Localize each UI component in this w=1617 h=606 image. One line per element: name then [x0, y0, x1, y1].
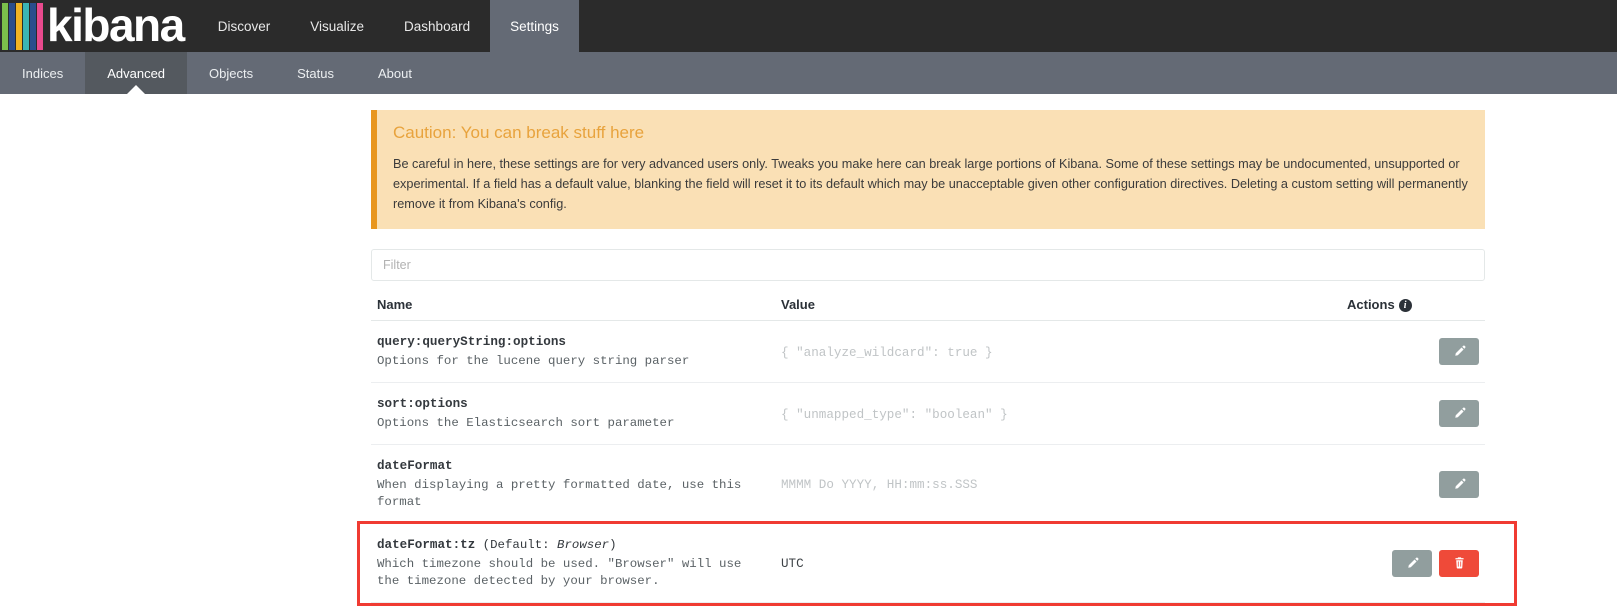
setting-name: query:queryString:options [377, 333, 769, 351]
setting-value-cell: UTC [775, 523, 1341, 603]
pencil-icon [1407, 557, 1418, 568]
edit-setting-button[interactable] [1439, 400, 1479, 427]
sub-nav-tab-label: About [377, 65, 412, 81]
column-header-name[interactable]: Name [371, 287, 775, 321]
setting-description: Which timezone should be used. "Browser"… [377, 557, 742, 588]
info-icon[interactable]: i [1398, 299, 1412, 312]
main-content-area: Caution: You can break stuff here Be car… [0, 94, 1617, 603]
table-row: dateFormat:tz (Default: Browser) Which ti… [371, 523, 1485, 603]
table-row: sort:options Options the Elasticsearch so… [371, 382, 1485, 445]
sub-nav-tab-label: Indices [22, 65, 64, 81]
edit-setting-button[interactable] [1439, 470, 1479, 498]
table-row: query:queryString:options Options for the… [371, 320, 1485, 383]
logo-bar-0 [2, 3, 8, 50]
top-nav-tab-dashboard[interactable]: Dashboard [384, 0, 490, 52]
sub-nav-tab-objects[interactable]: Objects [187, 52, 275, 94]
sub-nav-tab-label: Objects [209, 65, 254, 81]
top-nav-tab-label: Settings [510, 18, 559, 34]
logo-bar-1 [9, 3, 15, 50]
kibana-brand-logo[interactable]: kibana [0, 0, 190, 52]
top-nav-tab-visualize[interactable]: Visualize [290, 0, 384, 52]
setting-value: { "analyze_wildcard": true } [781, 345, 993, 360]
setting-name-cell: sort:options Options the Elasticsearch so… [371, 382, 775, 445]
setting-description: Options the Elasticsearch sort parameter [377, 416, 675, 430]
setting-value: UTC [781, 557, 804, 571]
setting-name-cell: dateFormat:tz (Default: Browser) Which ti… [371, 523, 775, 603]
setting-description: Options for the lucene query string pars… [377, 354, 690, 368]
logo-bar-4 [30, 3, 36, 50]
setting-name: sort:options [377, 395, 769, 413]
edit-setting-button[interactable] [1439, 338, 1479, 365]
top-nav-tab-label: Discover [217, 18, 271, 34]
setting-value: { "unmapped_type": "boolean" } [781, 407, 1008, 422]
sub-nav-tab-status[interactable]: Status [275, 52, 356, 94]
kibana-logo-bars-icon [0, 0, 44, 52]
table-header: Name Value Actions i [371, 287, 1485, 321]
logo-bar-2 [16, 3, 22, 50]
settings-sub-navigation-bar: Indices Advanced Objects Status About [0, 52, 1617, 94]
brand-name-text: kibana [47, 0, 185, 51]
column-header-actions: Actions i [1341, 287, 1485, 321]
top-nav-tab-settings[interactable]: Settings [490, 0, 579, 61]
setting-value-cell: MMMM Do YYYY, HH:mm:ss.SSS [775, 444, 1341, 524]
setting-default-value: Browser [557, 538, 610, 552]
advanced-settings-panel: Caution: You can break stuff here Be car… [371, 110, 1485, 603]
logo-bar-3 [23, 3, 29, 50]
table-row: dateFormat When displaying a pretty forma… [371, 444, 1485, 524]
top-nav-tab-list: Discover Visualize Dashboard Settings [198, 0, 579, 61]
filter-input[interactable] [371, 249, 1485, 281]
top-nav-tab-label: Dashboard [404, 18, 471, 34]
setting-actions-cell [1341, 382, 1485, 445]
setting-value-cell: { "analyze_wildcard": true } [775, 320, 1341, 383]
setting-name-text: query:queryString:options [377, 335, 566, 349]
caution-callout-body: Be careful in here, these settings are f… [393, 157, 1468, 211]
setting-name-cell: query:queryString:options Options for the… [371, 320, 775, 383]
column-header-value[interactable]: Value [775, 287, 1341, 321]
setting-name-text: dateFormat:tz [377, 538, 476, 552]
setting-actions-cell [1341, 523, 1485, 603]
setting-name: dateFormat [377, 457, 769, 475]
setting-default-label: (Default: Browser) [475, 538, 617, 552]
column-header-actions-label: Actions [1347, 297, 1395, 312]
setting-description: When displaying a pretty formatted date,… [377, 478, 742, 509]
setting-actions-cell [1341, 320, 1485, 383]
top-nav-tab-discover[interactable]: Discover [198, 0, 291, 52]
setting-name: dateFormat:tz (Default: Browser) [377, 536, 769, 554]
sub-nav-tab-label: Advanced [107, 65, 166, 81]
pencil-icon [1454, 478, 1465, 489]
setting-name-text: dateFormat [377, 459, 453, 473]
trash-icon [1454, 557, 1464, 569]
active-subtab-pointer-icon [127, 85, 146, 94]
pencil-icon [1454, 345, 1465, 356]
setting-value-cell: { "unmapped_type": "boolean" } [775, 382, 1341, 445]
setting-actions-cell [1341, 444, 1485, 524]
caution-callout: Caution: You can break stuff here Be car… [371, 110, 1485, 229]
filter-row [371, 249, 1485, 281]
sub-nav-tab-about[interactable]: About [356, 52, 434, 94]
setting-value: MMMM Do YYYY, HH:mm:ss.SSS [781, 478, 978, 492]
top-navigation-bar: kibana Discover Visualize Dashboard Setting… [0, 0, 1617, 61]
sub-nav-tab-advanced[interactable]: Advanced [85, 52, 188, 94]
advanced-settings-table: Name Value Actions i query:queryString:op… [371, 287, 1485, 603]
pencil-icon [1454, 407, 1465, 418]
sub-nav-tab-indices[interactable]: Indices [0, 52, 85, 94]
logo-bar-5 [37, 3, 43, 50]
top-nav-tab-label: Visualize [310, 18, 365, 34]
sub-nav-tab-label: Status [297, 65, 334, 81]
caution-callout-title: Caution: You can break stuff here [393, 123, 645, 142]
table-header-row: Name Value Actions i [371, 287, 1485, 321]
setting-name-cell: dateFormat When displaying a pretty forma… [371, 444, 775, 524]
setting-name-text: sort:options [377, 397, 468, 411]
table-body: query:queryString:options Options for the… [371, 320, 1485, 603]
